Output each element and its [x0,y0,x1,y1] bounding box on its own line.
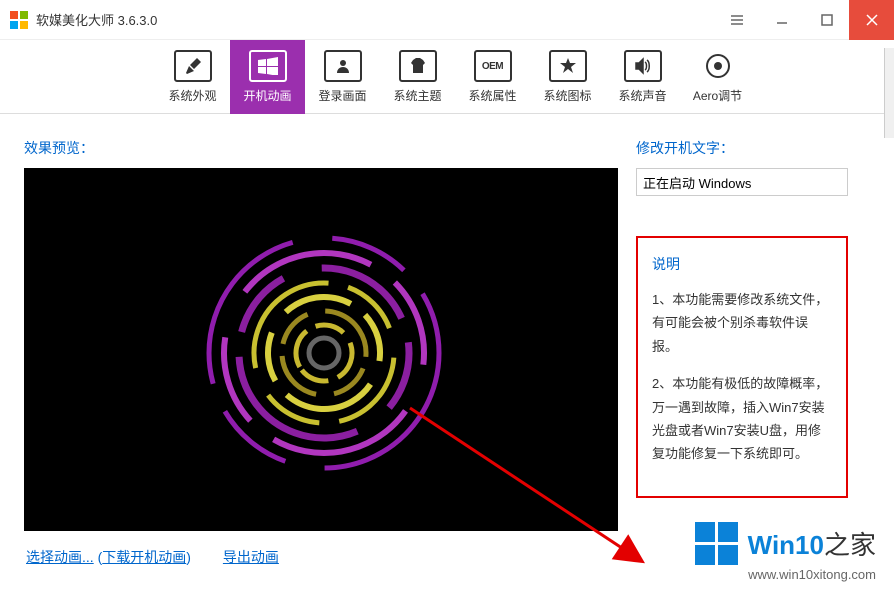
select-animation-link[interactable]: 选择动画... [26,549,94,565]
download-animation-link[interactable]: 下载开机动画 [102,549,186,565]
export-animation-link[interactable]: 导出动画 [223,547,279,567]
brush-icon [174,50,212,82]
shirt-icon [399,50,437,82]
app-title: 软媒美化大师 3.6.3.0 [36,10,157,29]
sound-icon [624,50,662,82]
boot-animation-preview [24,168,618,531]
edit-text-label: 修改开机文字： [636,138,848,158]
boot-text-input[interactable] [636,168,848,196]
tab-boot-animation[interactable]: 开机动画 [230,40,305,114]
windows-icon [249,50,287,82]
main-toolbar: 系统外观 开机动画 登录画面 系统主题 OEM 系统属性 系统图标 系统声音 A… [0,40,894,114]
tab-system-appearance[interactable]: 系统外观 [155,40,230,114]
tab-login-screen[interactable]: 登录画面 [305,40,380,114]
side-panel-stub [884,48,894,138]
watermark: Win10之家 www.win10xitong.com [695,522,876,582]
user-icon [324,50,362,82]
notice-title: 说明 [652,254,832,274]
tab-system-icons[interactable]: 系统图标 [530,40,605,114]
notice-item-2: 2、本功能有极低的故障概率，万一遇到故障，插入Win7安装光盘或者Win7安装U… [652,372,832,466]
watermark-brand: Win10之家 [748,525,876,562]
aero-icon [699,50,737,82]
oem-icon: OEM [474,50,512,82]
star-icon [549,50,587,82]
app-icon [10,11,28,29]
notice-item-1: 1、本功能需要修改系统文件，有可能会被个别杀毒软件误报。 [652,288,832,358]
watermark-url: www.win10xitong.com [695,567,876,582]
tab-system-properties[interactable]: OEM 系统属性 [455,40,530,114]
content-area: 效果预览： 修改开机文字： 说明 1、本功能需要修改系统文件 [0,114,894,555]
close-button[interactable] [849,0,894,40]
preview-label: 效果预览： [24,138,618,158]
menu-button[interactable] [714,0,759,40]
tab-system-sound[interactable]: 系统声音 [605,40,680,114]
maximize-button[interactable] [804,0,849,40]
win10-logo-icon [695,522,738,565]
animation-graphic [194,223,454,483]
minimize-button[interactable] [759,0,804,40]
bottom-links: 选择动画... (下载开机动画) 导出动画 [26,547,279,567]
tab-aero[interactable]: Aero调节 [680,40,755,114]
tab-system-theme[interactable]: 系统主题 [380,40,455,114]
notice-box: 说明 1、本功能需要修改系统文件，有可能会被个别杀毒软件误报。 2、本功能有极低… [636,236,848,498]
titlebar: 软媒美化大师 3.6.3.0 [0,0,894,40]
titlebar-controls [714,0,894,40]
